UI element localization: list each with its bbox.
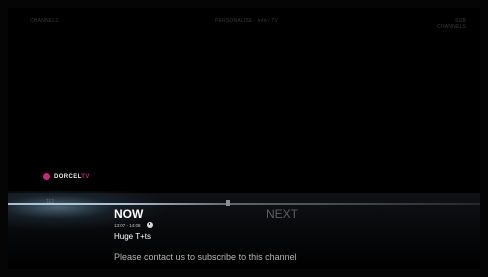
tv-frame: CHANNELS PERSONALISE · Info / TV SUB CHA… [0, 0, 488, 277]
header-right-line2: CHANNELS [437, 24, 466, 30]
program-time-range: 13:07 - 14:08 [114, 222, 141, 228]
channel-logo-name: DORCEL [54, 173, 82, 180]
channel-logo-text: DORCELTV [54, 174, 90, 180]
header-left-label: CHANNELS [30, 18, 59, 24]
dot-icon [43, 173, 50, 180]
now-label[interactable]: NOW [114, 207, 143, 221]
program-time-row: 13:07 - 14:08 [114, 222, 153, 228]
tv-screen: CHANNELS PERSONALISE · Info / TV SUB CHA… [8, 8, 480, 269]
program-timeline [8, 203, 480, 205]
header-right-label: SUB CHANNELS [416, 18, 466, 30]
channel-logo: DORCELTV [43, 173, 90, 180]
next-label[interactable]: NEXT [266, 207, 298, 221]
header-center-label: PERSONALISE · Info / TV [215, 18, 279, 24]
channel-number: 112 [46, 199, 54, 205]
clock-icon [146, 222, 153, 228]
timeline-marker [226, 200, 230, 206]
program-title: Huge T+ts [114, 232, 151, 241]
subscribe-message: Please contact us to subscribe to this c… [114, 252, 297, 262]
channel-logo-suffix: TV [81, 173, 90, 180]
